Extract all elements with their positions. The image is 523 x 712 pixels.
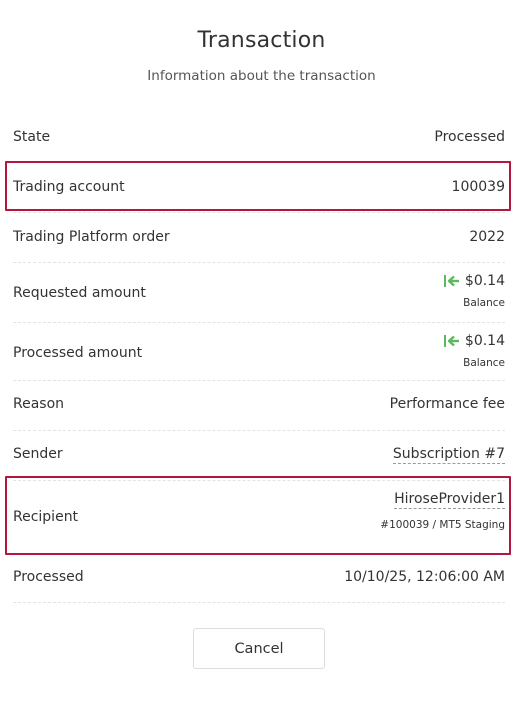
processed-amount-source: Balance [463,357,505,369]
sender-label: Sender [13,446,63,462]
requested-amount-source: Balance [463,297,505,309]
row-reason: Reason Performance fee [13,381,505,431]
row-requested-amount: Requested amount $0.14 Balance [13,263,505,323]
requested-amount-label: Requested amount [13,285,146,301]
row-processed-amount: Processed amount $0.14 Balance [13,323,505,381]
processed-amount-line: $0.14 [443,333,505,349]
state-value: Processed [434,129,505,145]
recipient-label: Recipient [13,509,79,525]
requested-amount-line: $0.14 [443,273,505,289]
row-sender: Sender Subscription #7 [13,431,505,481]
processed-amount-label: Processed amount [13,345,143,361]
platform-order-label: Trading Platform order [13,229,170,245]
transaction-dialog: Transaction Information about the transa… [0,0,523,712]
row-platform-order: Trading Platform order 2022 [13,213,505,263]
reason-label: Reason [13,396,65,412]
platform-order-value: 2022 [469,229,505,245]
sender-link[interactable]: Subscription #7 [392,446,505,464]
dialog-subtitle: Information about the transaction [147,68,376,84]
requested-amount-value: $0.14 [464,273,505,289]
row-trading-account: Trading account 100039 [13,163,505,213]
incoming-arrow-icon [443,335,459,347]
row-recipient: Recipient HiroseProvider1 #100039 / MT5 … [13,481,505,554]
incoming-arrow-icon [443,275,459,287]
reason-value: Performance fee [389,396,505,412]
trading-account-label: Trading account [13,179,125,195]
processed-amount-value: $0.14 [464,333,505,349]
recipient-link[interactable]: HiroseProvider1 [394,491,505,509]
row-processed: Processed 10/10/25, 12:06:00 AM [13,554,505,603]
details-list: State Processed Trading account 100039 T… [13,113,505,603]
processed-label: Processed [13,569,84,585]
trading-account-value: 100039 [451,179,505,195]
row-state: State Processed [13,113,505,163]
cancel-button[interactable]: Cancel [193,628,325,669]
dialog-title: Transaction [197,28,326,53]
recipient-account: #100039 / MT5 Staging [380,519,505,531]
processed-timestamp: 10/10/25, 12:06:00 AM [344,569,505,585]
state-label: State [13,129,51,145]
